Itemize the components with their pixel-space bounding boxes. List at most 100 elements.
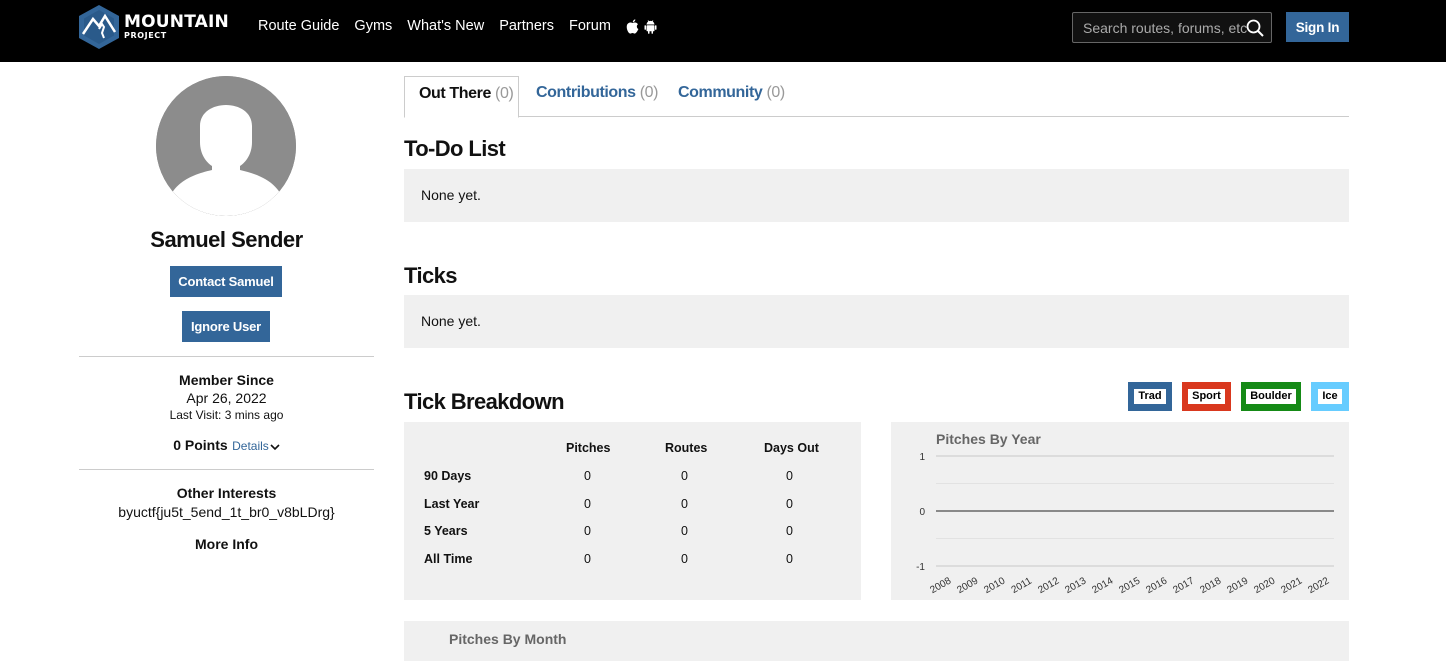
mountain-project-logo[interactable]: MOUNTAIN PROJECT	[79, 5, 229, 49]
legend-label: Sport	[1188, 389, 1225, 404]
search-input[interactable]	[1073, 13, 1248, 42]
profile-tabs: Out There (0) Contributions (0) Communit…	[404, 76, 1349, 118]
legend-sport-button[interactable]: Sport	[1182, 382, 1231, 411]
ticks-heading: Ticks	[404, 263, 457, 288]
tab-label: Out There	[419, 85, 491, 102]
logo-subtitle: PROJECT	[124, 31, 167, 40]
table-cell: 0	[584, 497, 591, 511]
divider	[79, 356, 374, 357]
points-value: 0 Points	[173, 437, 228, 453]
logo-wordmark: MOUNTAIN	[124, 12, 229, 32]
table-cell: 0	[681, 524, 688, 538]
other-interests-label: Other Interests	[176, 485, 277, 501]
legend-boulder-button[interactable]: Boulder	[1241, 382, 1301, 411]
table-cell: 0	[786, 524, 793, 538]
nav-whats-new[interactable]: What's New	[407, 18, 484, 34]
table-cell: 0	[786, 552, 793, 566]
todo-empty-text: None yet.	[421, 187, 481, 203]
x-tick-label: 2019	[1225, 575, 1250, 596]
x-tick-label: 2018	[1198, 575, 1223, 596]
table-cell: 0	[584, 469, 591, 483]
points-row: 0 Points Details	[79, 437, 374, 455]
nav-gyms[interactable]: Gyms	[354, 18, 392, 34]
nav-route-guide[interactable]: Route Guide	[258, 18, 339, 34]
tick-breakdown-heading: Tick Breakdown	[404, 389, 565, 414]
x-tick-label: 2011	[1010, 575, 1035, 595]
default-user-icon	[156, 76, 296, 216]
chevron-down-icon	[270, 444, 280, 451]
row-label: 90 Days	[424, 469, 472, 483]
search-icon[interactable]	[1246, 19, 1264, 42]
mountain-logo-icon	[79, 5, 119, 49]
legend-label: Boulder	[1246, 389, 1296, 404]
chart-title: Pitches By Year	[936, 431, 1041, 447]
x-tick-label: 2017	[1171, 575, 1196, 596]
x-tick-label: 2010	[982, 575, 1007, 596]
todo-heading: To-Do List	[404, 136, 506, 161]
tab-label: Contributions	[536, 84, 636, 101]
legend-label: Ice	[1318, 389, 1342, 404]
nav-forum[interactable]: Forum	[569, 18, 611, 34]
table-cell: 0	[681, 469, 688, 483]
row-label: All Time	[424, 552, 473, 566]
legend-ice-button[interactable]: Ice	[1311, 382, 1349, 411]
row-label: Last Year	[424, 497, 480, 511]
details-label: Details	[232, 439, 269, 453]
x-tick-label: 2022	[1306, 575, 1331, 596]
table-cell: 0	[584, 524, 591, 538]
profile-name: Samuel Sender	[150, 227, 303, 252]
top-navbar: MOUNTAIN PROJECT Route Guide Gyms What's…	[0, 0, 1446, 62]
other-interests-value: byuctf{ju5t_5end_1t_br0_v8bLDrg}	[118, 504, 335, 520]
x-tick-label: 2008	[928, 575, 953, 596]
tab-contributions[interactable]: Contributions (0)	[536, 76, 658, 117]
pitches-by-year-svg: 1 0 -12008 2009 2010 2011 2012 2013 2014 2015 2016…	[916, 452, 1334, 596]
column-header: Routes	[665, 441, 708, 455]
contact-user-button[interactable]: Contact Samuel	[170, 266, 282, 297]
pitches-by-year-chart: 1 0 -1 2008 2009 2010 2011 2012 2013 2014 2015 2016…	[891, 422, 1349, 600]
x-tick-label: 2021	[1279, 575, 1304, 596]
y-tick-label: 1	[919, 452, 925, 463]
main-nav: Route Guide Gyms What's New Partners For…	[258, 18, 662, 34]
tab-count: (0)	[639, 84, 659, 101]
table-cell: 0	[786, 497, 793, 511]
ticks-panel: None yet.	[404, 295, 1349, 348]
member-since-date: Apr 26, 2022	[186, 390, 267, 406]
points-details-link[interactable]: Details	[232, 439, 280, 453]
x-tick-label: 2015	[1117, 575, 1142, 596]
android-icon[interactable]	[644, 19, 657, 34]
x-tick-label: 2013	[1063, 575, 1088, 596]
tab-community[interactable]: Community (0)	[678, 76, 785, 117]
ticks-empty-text: None yet.	[421, 313, 481, 329]
todo-panel: None yet.	[404, 169, 1349, 222]
apple-icon[interactable]	[626, 18, 639, 34]
avatar	[156, 76, 296, 216]
table-cell: 0	[786, 469, 793, 483]
x-tick-label: 2009	[955, 575, 980, 596]
divider	[79, 469, 374, 470]
row-label: 5 Years	[424, 524, 468, 538]
tab-label: Community	[678, 84, 763, 101]
pitches-by-month-chart: Pitches By Month	[404, 621, 1349, 661]
table-cell: 0	[681, 497, 688, 511]
legend-trad-button[interactable]: Trad	[1128, 382, 1172, 411]
tick-breakdown-table: Pitches Routes Days Out 90 Days 0 0 0 La…	[404, 422, 861, 600]
y-tick-label: -1	[916, 562, 925, 573]
ignore-user-button[interactable]: Ignore User	[182, 311, 270, 342]
legend-label: Trad	[1134, 389, 1166, 404]
tab-out-there[interactable]: Out There (0)	[404, 76, 519, 118]
search-box	[1072, 12, 1272, 43]
y-tick-label: 0	[919, 507, 925, 518]
sign-in-button[interactable]: Sign In	[1286, 12, 1349, 42]
column-header: Days Out	[764, 441, 819, 455]
table-cell: 0	[584, 552, 591, 566]
more-info-link[interactable]: More Info	[79, 536, 374, 552]
x-tick-label: 2020	[1252, 575, 1277, 596]
x-tick-label: 2012	[1036, 575, 1061, 596]
table-cell: 0	[681, 552, 688, 566]
chart-title: Pitches By Month	[449, 631, 567, 647]
nav-partners[interactable]: Partners	[499, 18, 554, 34]
x-tick-label: 2016	[1144, 575, 1169, 596]
tab-count: (0)	[495, 85, 514, 102]
column-header: Pitches	[566, 441, 611, 455]
x-tick-label: 2014	[1090, 575, 1115, 596]
